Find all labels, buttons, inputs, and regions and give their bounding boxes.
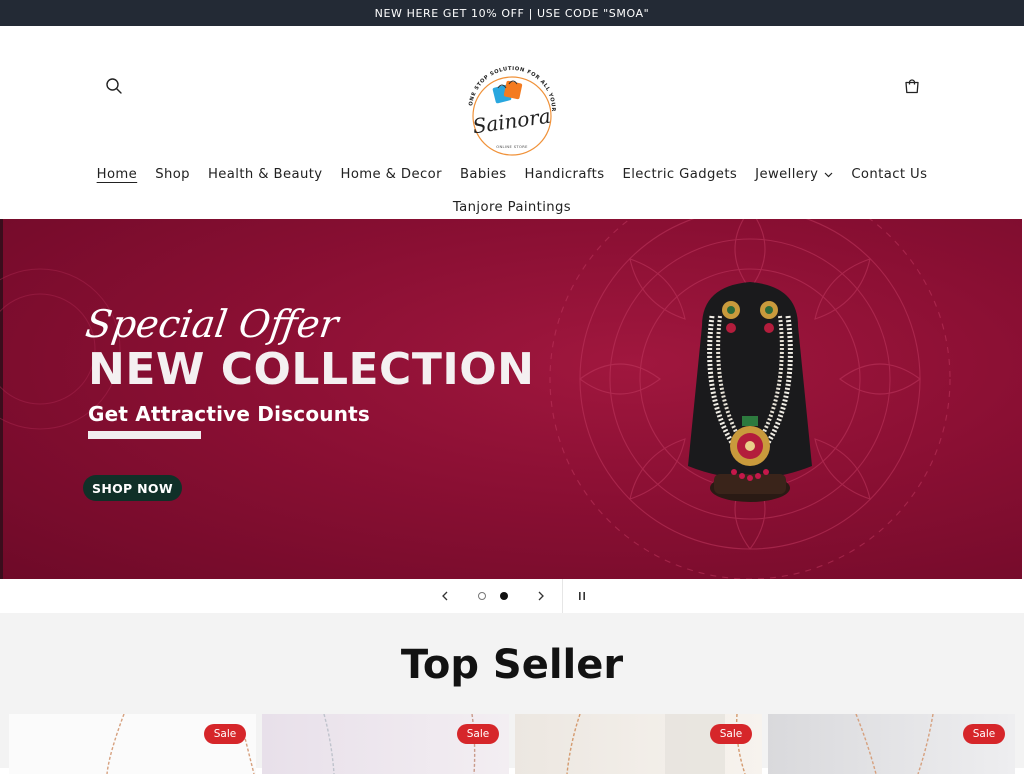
nav-item-health-beauty[interactable]: Health & Beauty <box>208 167 323 182</box>
nav-item-label: Home <box>96 167 138 182</box>
product-image <box>323 714 476 774</box>
sale-badge: Sale <box>963 724 1005 744</box>
nav-item-tanjore-paintings[interactable]: Tanjore Paintings <box>453 200 571 215</box>
nav-row: Home Shop Health & Beauty Home & Decor Babie… <box>0 158 1024 191</box>
svg-text:ONLINE STORE: ONLINE STORE <box>496 145 528 149</box>
announcement-bar: NEW HERE GET 10% OFF | USE CODE "SMOA" <box>0 0 1024 26</box>
site-logo[interactable]: ONE STOP SOLUTION FOR ALL YOUR NEEDS Sai… <box>456 56 566 160</box>
banner-title: NEW COLLECTION <box>88 344 535 395</box>
next-slide-button[interactable] <box>531 586 551 606</box>
main-nav: Home Shop Health & Beauty Home & Decor Babie… <box>0 158 1024 224</box>
announcement-text: NEW HERE GET 10% OFF | USE CODE "SMOA" <box>374 6 650 20</box>
banner-subtitle: Get Attractive Discounts <box>88 402 370 426</box>
nav-item-label: Electric Gadgets <box>622 167 738 182</box>
sale-badge: Sale <box>710 724 752 744</box>
slide-dot-1[interactable] <box>478 592 486 600</box>
nav-item-home-decor[interactable]: Home & Decor <box>341 167 442 182</box>
sale-badge: Sale <box>457 724 499 744</box>
nav-item-jewellery[interactable]: Jewellery <box>755 167 833 182</box>
nav-item-electric-gadgets[interactable]: Electric Gadgets <box>623 167 738 182</box>
nav-item-label: Contact Us <box>851 167 928 182</box>
section-title: Top Seller <box>400 642 624 688</box>
slider-controls <box>0 579 1024 613</box>
site-header: ONE STOP SOLUTION FOR ALL YOUR NEEDS Sai… <box>0 26 1024 219</box>
banner-special-text: Special Offer <box>82 302 341 346</box>
necklace-image <box>688 282 812 502</box>
cart-icon[interactable] <box>900 74 924 98</box>
nav-item-label: Home & Decor <box>340 167 442 182</box>
nav-item-shop[interactable]: Shop <box>155 167 190 182</box>
nav-item-babies[interactable]: Babies <box>460 167 507 182</box>
banner-underline <box>88 431 201 439</box>
nav-item-label: Jewellery <box>755 167 819 182</box>
nav-item-label: Tanjore Paintings <box>452 200 572 215</box>
nav-item-label: Shop <box>155 167 190 182</box>
nav-item-handicrafts[interactable]: Handicrafts <box>525 167 605 182</box>
nav-item-label: Handicrafts <box>524 167 605 182</box>
slide-dot-2[interactable] <box>500 592 508 600</box>
shop-now-button[interactable]: SHOP NOW <box>83 475 182 501</box>
hero-banner: Special Offer NEW COLLECTION Get Attract… <box>0 219 1022 579</box>
nav-item-label: Health & Beauty <box>207 167 323 182</box>
previous-slide-button[interactable] <box>435 586 455 606</box>
product-card[interactable]: Sale <box>262 714 509 774</box>
controls-divider <box>562 579 563 613</box>
pause-icon[interactable] <box>572 586 592 606</box>
search-icon[interactable] <box>102 74 126 98</box>
sale-badge: Sale <box>204 724 246 744</box>
product-image <box>855 714 934 774</box>
nav-item-home[interactable]: Home <box>97 167 138 182</box>
product-card[interactable]: Sale <box>9 714 256 774</box>
product-card[interactable]: Sale <box>515 714 762 774</box>
nav-item-contact-us[interactable]: Contact Us <box>851 167 927 182</box>
product-image <box>566 714 746 774</box>
chevron-down-icon <box>824 167 833 182</box>
nav-item-label: Babies <box>459 167 507 182</box>
product-card[interactable]: Sale <box>768 714 1015 774</box>
product-image <box>106 714 255 774</box>
